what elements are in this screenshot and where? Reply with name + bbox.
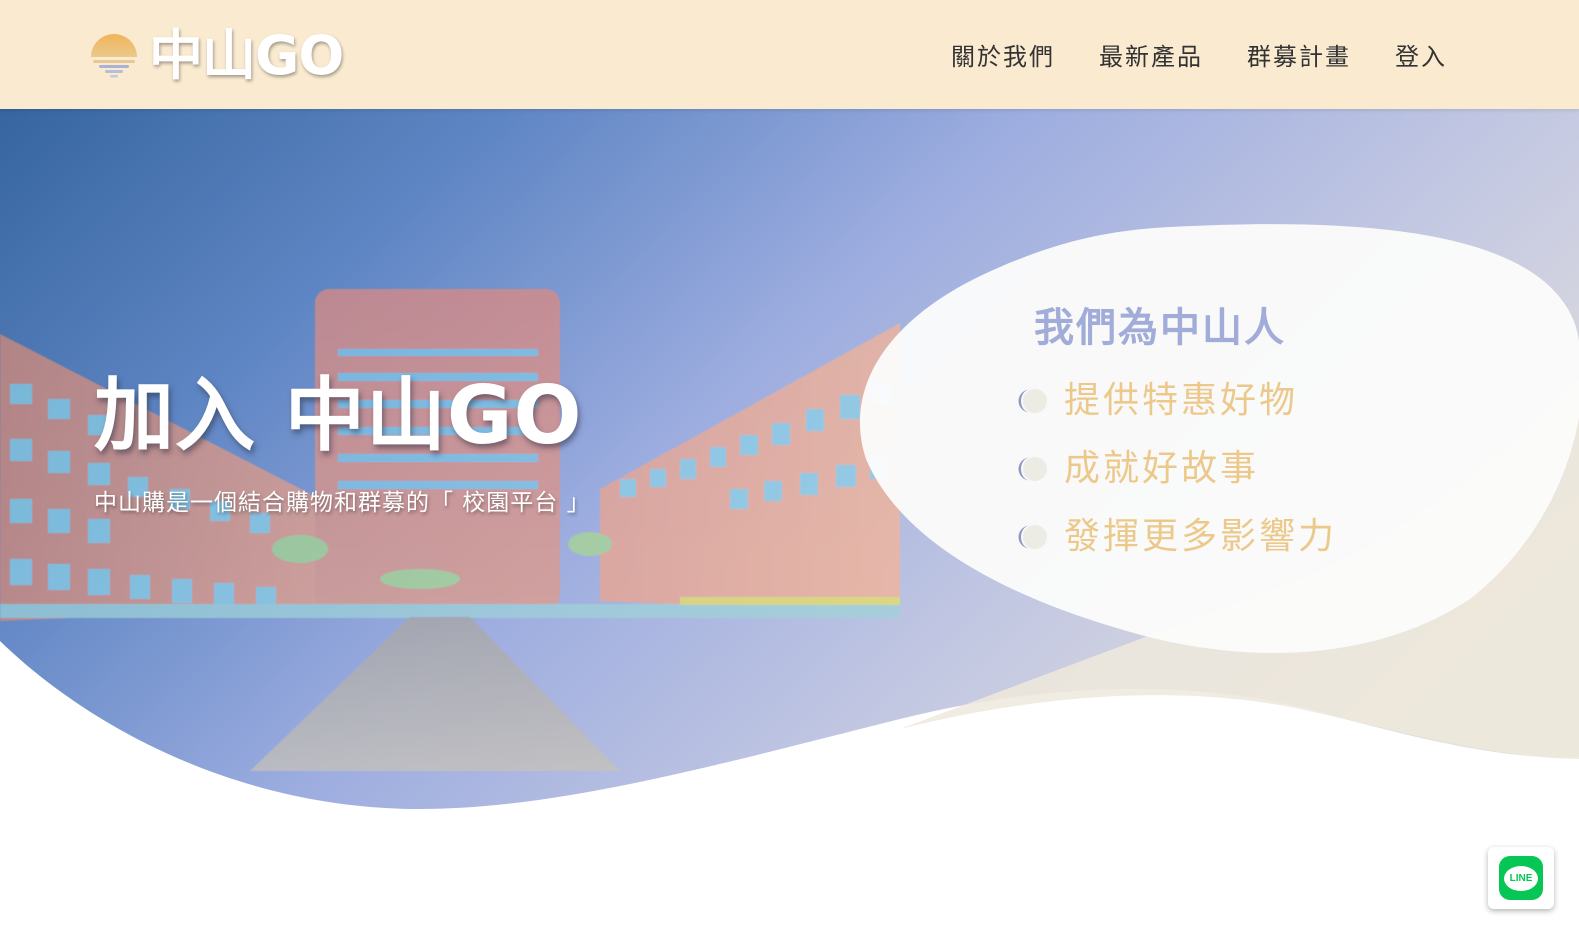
hero-section: 加入 中山GO 中山購是一個結合購物和群募的「 校園平台 」 我們為中山人 提供… <box>0 109 1579 925</box>
line-label: LINE <box>1504 865 1538 891</box>
card-heading: 我們為中山人 <box>1034 305 1286 351</box>
nav-products[interactable]: 最新產品 <box>1099 37 1203 72</box>
feature-text: 成就好故事 <box>1064 448 1260 489</box>
nav-about[interactable]: 關於我們 <box>951 37 1055 72</box>
list-item: 提供特惠好物 <box>1016 367 1337 435</box>
site-header: 中山GO 關於我們 最新產品 群募計畫 登入 <box>0 0 1579 109</box>
moon-toggle-icon <box>1018 389 1047 413</box>
nav-login[interactable]: 登入 <box>1395 37 1447 72</box>
moon-toggle-icon <box>1018 525 1047 549</box>
feature-list: 提供特惠好物 成就好故事 發揮更多影響力 <box>1016 367 1337 571</box>
site-logo[interactable]: 中山GO <box>89 24 344 87</box>
sun-logo-icon <box>91 34 137 78</box>
list-item: 發揮更多影響力 <box>1016 503 1337 571</box>
line-app-icon: LINE <box>1499 856 1543 900</box>
nav-crowdfunding[interactable]: 群募計畫 <box>1247 37 1351 72</box>
line-chat-button[interactable]: LINE <box>1488 847 1554 909</box>
feature-text: 提供特惠好物 <box>1064 380 1299 421</box>
hero-title: 加入 中山GO <box>94 369 583 462</box>
list-item: 成就好故事 <box>1016 435 1337 503</box>
main-nav: 關於我們 最新產品 群募計畫 登入 <box>951 36 1447 72</box>
hero-subtitle: 中山購是一個結合購物和群募的「 校園平台 」 <box>94 490 591 516</box>
feature-text: 發揮更多影響力 <box>1064 516 1338 557</box>
moon-toggle-icon <box>1018 457 1047 481</box>
logo-text: 中山GO <box>149 24 344 87</box>
